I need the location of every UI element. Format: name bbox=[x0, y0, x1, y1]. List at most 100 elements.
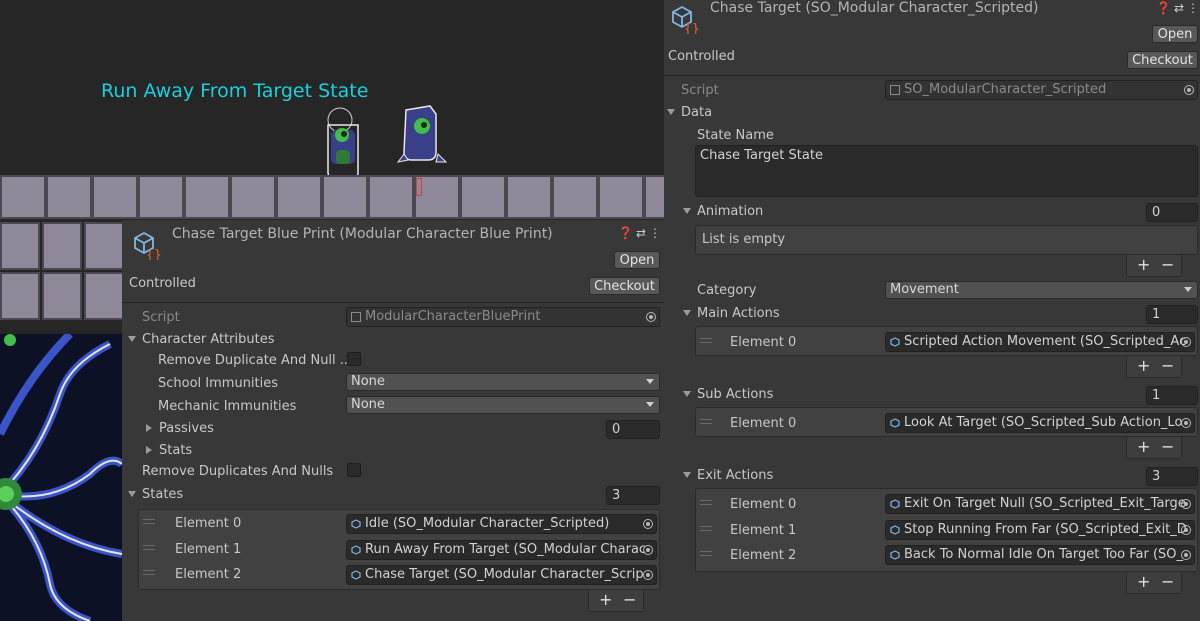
remove-duplicates-checkbox[interactable] bbox=[347, 463, 361, 477]
drag-handle-icon[interactable] bbox=[143, 519, 155, 524]
scriptable-object-icon bbox=[351, 519, 361, 529]
remove-duplicates-label: Remove Duplicates And Nulls bbox=[142, 464, 334, 479]
state-name-textarea[interactable]: Chase Target State bbox=[695, 145, 1198, 197]
header-actions-icons[interactable]: ❓⇄⋮ bbox=[618, 226, 664, 240]
add-element-button[interactable]: + bbox=[1137, 572, 1150, 592]
list-item-label: Element 0 bbox=[175, 516, 242, 531]
drag-handle-icon[interactable] bbox=[143, 570, 155, 575]
remove-element-button[interactable]: − bbox=[1161, 255, 1174, 275]
scriptable-object-icon: {} bbox=[134, 231, 162, 260]
foldout-arrow-down-icon[interactable] bbox=[128, 336, 136, 342]
remove-dup-null-checkbox[interactable] bbox=[347, 352, 361, 366]
list-item-label: Element 1 bbox=[730, 523, 797, 538]
animation-foldout[interactable]: Animation bbox=[697, 204, 763, 219]
state-element-0-field[interactable]: Idle (SO_Modular Character_Scripted) bbox=[346, 514, 657, 534]
sub-actions-add-remove: + − bbox=[1126, 437, 1182, 459]
state-element-1-field[interactable]: Run Away From Target (SO_Modular Charac bbox=[346, 540, 657, 560]
drag-handle-icon[interactable] bbox=[700, 551, 712, 556]
data-foldout[interactable]: Data bbox=[681, 105, 712, 120]
foldout-arrow-down-icon[interactable] bbox=[683, 391, 691, 397]
foldout-arrow-down-icon[interactable] bbox=[683, 472, 691, 478]
preset-icon[interactable]: ⇄ bbox=[1174, 1, 1187, 15]
checkout-button[interactable]: Checkout bbox=[589, 277, 660, 295]
main-action-element-0-field[interactable]: Scripted Action Movement (SO_Scripted_Ac bbox=[885, 332, 1195, 352]
animation-add-remove: + − bbox=[1126, 255, 1182, 277]
school-immunities-dropdown[interactable]: None bbox=[346, 373, 660, 391]
object-picker-icon[interactable] bbox=[1181, 550, 1191, 560]
drag-handle-icon[interactable] bbox=[700, 338, 712, 343]
header-actions-icons[interactable]: ❓⇄⋮ bbox=[1156, 1, 1200, 15]
more-menu-icon[interactable]: ⋮ bbox=[649, 226, 664, 240]
states-add-remove: + − bbox=[588, 590, 644, 612]
add-element-button[interactable]: + bbox=[1137, 437, 1150, 457]
exit-actions-list: Element 0 Exit On Target Null (SO_Script… bbox=[695, 488, 1198, 572]
states-count-field[interactable]: 3 bbox=[606, 486, 660, 505]
animation-count-field[interactable]: 0 bbox=[1146, 203, 1198, 222]
chevron-down-icon bbox=[1184, 287, 1192, 292]
foldout-arrow-down-icon[interactable] bbox=[683, 208, 691, 214]
stats-foldout[interactable]: Stats bbox=[159, 443, 192, 458]
remove-element-button[interactable]: − bbox=[1161, 356, 1174, 376]
object-picker-icon[interactable] bbox=[643, 545, 653, 555]
mechanic-immunities-dropdown[interactable]: None bbox=[346, 396, 660, 414]
add-element-button[interactable]: + bbox=[1137, 356, 1150, 376]
drag-handle-icon[interactable] bbox=[700, 526, 712, 531]
blueprint-inspector: {} Chase Target Blue Print (Modular Char… bbox=[122, 220, 666, 621]
sub-action-element-0-field[interactable]: Look At Target (SO_Scripted_Sub Action_L… bbox=[885, 413, 1195, 433]
object-picker-icon[interactable] bbox=[1181, 499, 1191, 509]
passives-foldout[interactable]: Passives bbox=[159, 421, 214, 436]
list-item-label: Element 2 bbox=[175, 567, 242, 582]
preset-icon[interactable]: ⇄ bbox=[636, 226, 649, 240]
sub-actions-count-field[interactable]: 1 bbox=[1146, 386, 1198, 405]
exit-actions-foldout[interactable]: Exit Actions bbox=[697, 468, 773, 483]
exit-action-element-0-field[interactable]: Exit On Target Null (SO_Scripted_Exit_Ta… bbox=[885, 494, 1195, 514]
open-button[interactable]: Open bbox=[614, 251, 660, 269]
script-label: Script bbox=[681, 83, 719, 98]
exit-action-element-2-field[interactable]: Back To Normal Idle On Target Too Far (S… bbox=[885, 545, 1195, 565]
school-immunities-label: School Immunities bbox=[158, 376, 279, 391]
drag-handle-icon[interactable] bbox=[143, 545, 155, 550]
state-element-2-field[interactable]: Chase Target (SO_Modular Character_Scrip bbox=[346, 565, 657, 585]
remove-element-button[interactable]: − bbox=[1161, 572, 1174, 592]
remove-element-button[interactable]: − bbox=[623, 590, 636, 610]
list-empty-label: List is empty bbox=[702, 232, 786, 247]
help-icon[interactable]: ❓ bbox=[1156, 1, 1174, 15]
exit-action-element-1-field[interactable]: Stop Running From Far (SO_Scripted_Exit_… bbox=[885, 520, 1195, 540]
mechanic-immunities-value: None bbox=[351, 397, 385, 412]
main-actions-add-remove: + − bbox=[1126, 356, 1182, 378]
school-immunities-value: None bbox=[351, 374, 385, 389]
foldout-arrow-down-icon[interactable] bbox=[128, 491, 136, 497]
foldout-arrow-down-icon[interactable] bbox=[683, 310, 691, 316]
drag-handle-icon[interactable] bbox=[700, 419, 712, 424]
characters-sprites[interactable] bbox=[318, 100, 458, 180]
main-actions-count-field[interactable]: 1 bbox=[1146, 305, 1198, 324]
states-foldout[interactable]: States bbox=[142, 487, 183, 502]
remove-element-button[interactable]: − bbox=[1161, 437, 1174, 457]
exit-actions-count-field[interactable]: 3 bbox=[1146, 467, 1198, 486]
object-picker-icon[interactable] bbox=[1181, 337, 1191, 347]
foldout-arrow-down-icon[interactable] bbox=[667, 109, 675, 115]
help-icon[interactable]: ❓ bbox=[618, 226, 636, 240]
foldout-arrow-right-icon[interactable] bbox=[146, 446, 152, 454]
scriptable-object-icon bbox=[890, 418, 900, 428]
object-picker-icon[interactable] bbox=[1181, 525, 1191, 535]
ground-tiles-row bbox=[0, 175, 664, 219]
main-actions-foldout[interactable]: Main Actions bbox=[697, 306, 780, 321]
checkout-button[interactable]: Checkout bbox=[1127, 51, 1198, 69]
sub-actions-foldout[interactable]: Sub Actions bbox=[697, 387, 773, 402]
object-picker-icon[interactable] bbox=[643, 519, 653, 529]
boss-pixel-art bbox=[0, 334, 122, 621]
drag-handle-icon[interactable] bbox=[700, 500, 712, 505]
open-button[interactable]: Open bbox=[1152, 25, 1198, 43]
passives-count-field[interactable]: 0 bbox=[606, 420, 660, 439]
foldout-arrow-right-icon[interactable] bbox=[146, 424, 152, 432]
scriptable-object-icon bbox=[890, 337, 900, 347]
character-attributes-foldout[interactable]: Character Attributes bbox=[142, 332, 275, 347]
add-element-button[interactable]: + bbox=[599, 590, 612, 610]
object-picker-icon[interactable] bbox=[1181, 418, 1191, 428]
list-item-label: Element 2 bbox=[730, 548, 797, 563]
object-picker-icon[interactable] bbox=[643, 570, 653, 580]
category-dropdown[interactable]: Movement bbox=[885, 281, 1198, 299]
add-element-button[interactable]: + bbox=[1137, 255, 1150, 275]
more-menu-icon[interactable]: ⋮ bbox=[1187, 1, 1200, 15]
